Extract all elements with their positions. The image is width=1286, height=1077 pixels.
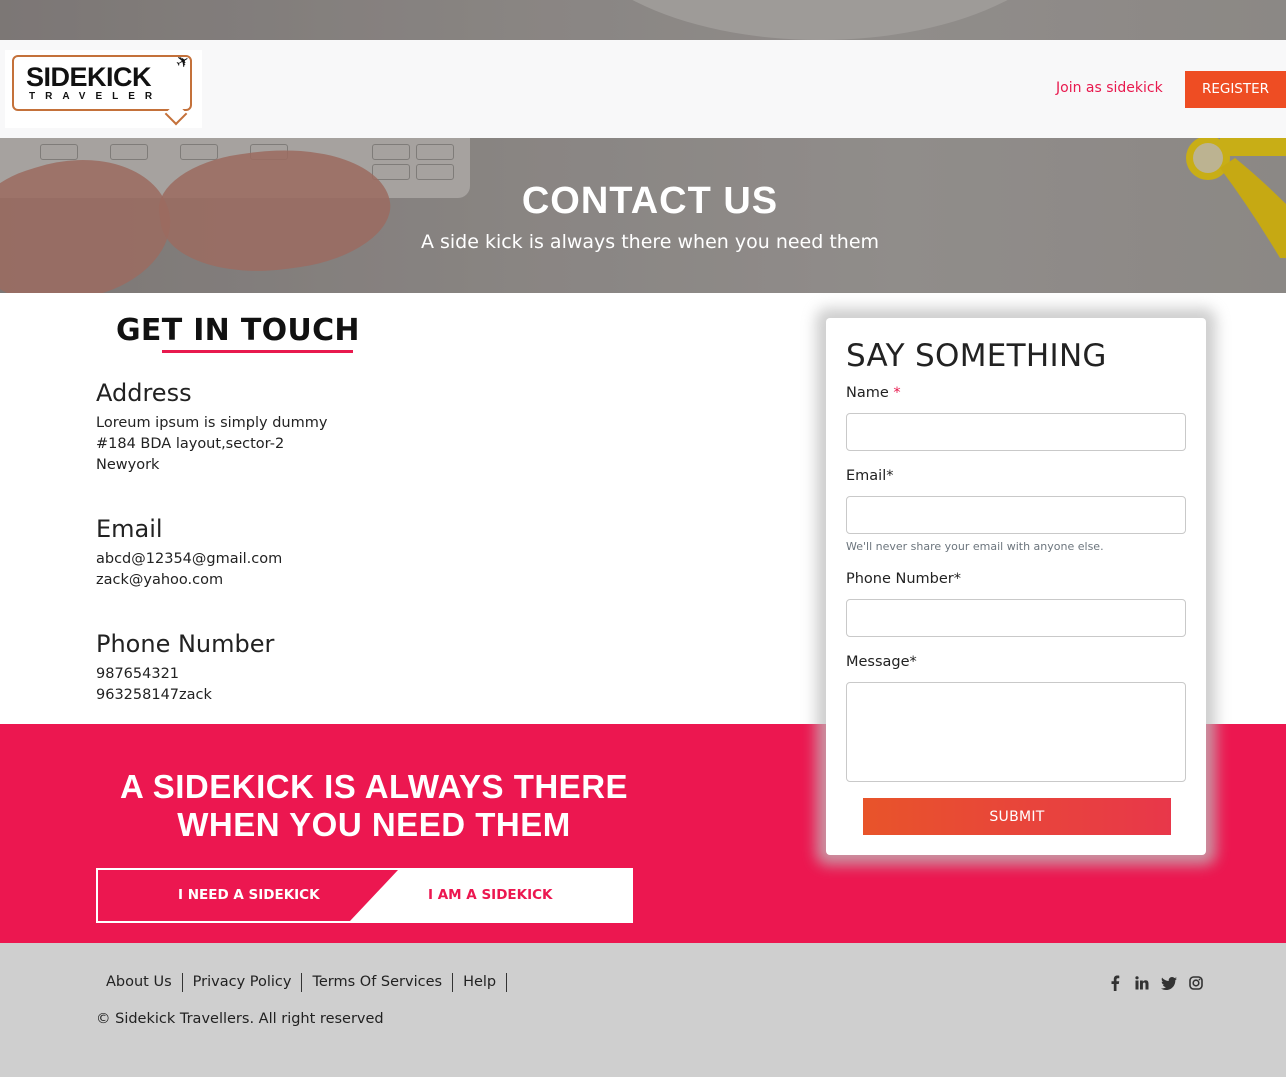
name-label-text: Name [846,385,889,401]
banner-heading: A SIDEKICK IS ALWAYS THERE WHEN YOU NEED… [96,768,652,844]
social-links [1106,973,1204,993]
logo-wordmark: SIDEKICK [26,62,152,92]
footer-link-terms-of-services[interactable]: Terms Of Services [302,973,454,992]
sidekick-role-toggle: I NEED A SIDEKICK I AM A SIDEKICK [96,868,633,923]
address-line: Loreum ipsum is simply dummy [96,415,328,431]
logo-tagline: TRAVELER [29,91,163,102]
name-label: Name * [846,385,901,401]
email-address: abcd@12354@gmail.com [96,551,283,567]
form-title: SAY SOMETHING [846,338,1107,374]
address-heading: Address [96,379,192,407]
linkedin-icon[interactable] [1133,973,1150,993]
email-heading: Email [96,515,163,543]
message-label: Message* [846,654,917,670]
phone-label: Phone Number* [846,571,962,587]
instagram-icon[interactable] [1187,973,1204,993]
email-input[interactable] [846,496,1186,534]
banner-heading-line: WHEN YOU NEED THEM [177,806,571,843]
phone-heading: Phone Number [96,630,275,658]
phone-number: 987654321 [96,666,180,682]
address-line: #184 BDA layout,sector-2 [96,436,285,452]
facebook-icon[interactable] [1106,973,1123,993]
footer-links: About Us Privacy Policy Terms Of Service… [96,973,508,992]
page-title: CONTACT US [521,180,779,222]
email-label: Email* [846,468,894,484]
register-button[interactable]: REGISTER [1185,71,1286,108]
page-subtitle: A side kick is always there when you nee… [420,231,880,253]
required-mark: * [893,385,901,401]
heading-underline [162,350,353,353]
footer [0,943,1286,1077]
footer-link-about-us[interactable]: About Us [96,973,183,992]
get-in-touch-heading: GET IN TOUCH [116,313,360,348]
am-sidekick-button[interactable]: I AM A SIDEKICK [428,870,552,921]
twitter-icon[interactable] [1160,973,1177,993]
banner-heading-line: A SIDEKICK IS ALWAYS THERE [119,768,629,805]
address-line: Newyork [96,457,160,473]
footer-link-privacy-policy[interactable]: Privacy Policy [183,973,303,992]
submit-button[interactable]: SUBMIT [863,798,1171,835]
email-help-text: We'll never share your email with anyone… [846,540,1104,553]
email-address: zack@yahoo.com [96,572,224,588]
phone-number: 963258147zack [96,687,212,703]
phone-input[interactable] [846,599,1186,637]
footer-link-help[interactable]: Help [453,973,508,992]
name-input[interactable] [846,413,1186,451]
contact-form-card: SAY SOMETHING Name * Email* We'll never … [826,318,1206,855]
copyright-text: © Sidekick Travellers. All right reserve… [96,1011,384,1027]
message-textarea[interactable] [846,682,1186,782]
need-sidekick-button[interactable]: I NEED A SIDEKICK [98,870,398,921]
join-as-sidekick-link[interactable]: Join as sidekick [1056,80,1163,96]
